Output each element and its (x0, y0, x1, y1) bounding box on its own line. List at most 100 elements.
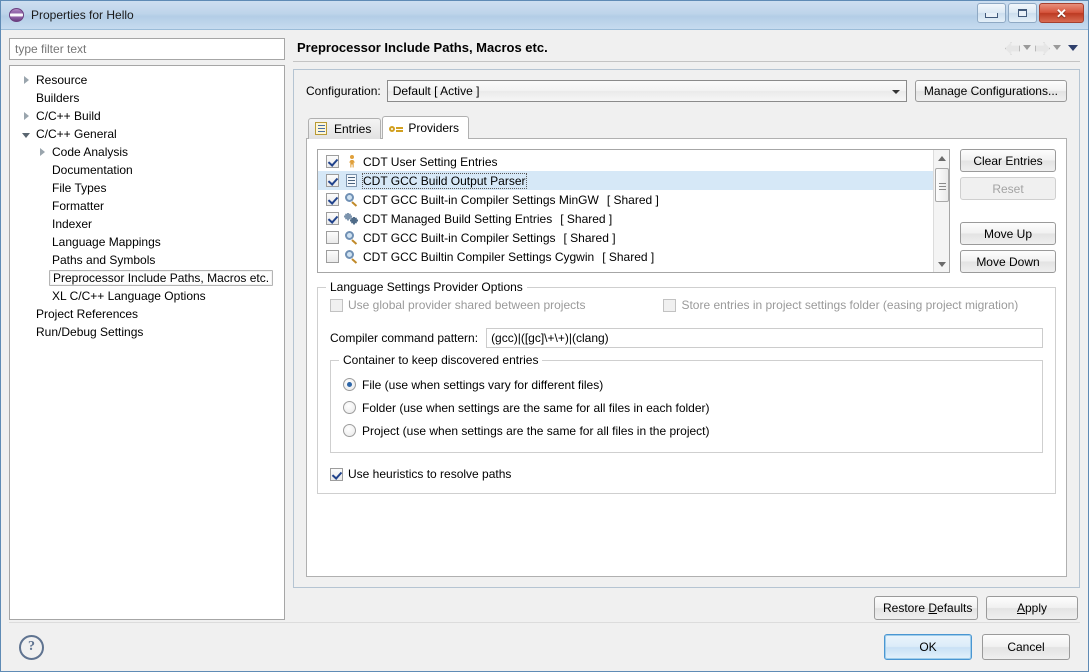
provider-name: CDT GCC Builtin Compiler Settings Cygwin (363, 249, 595, 264)
page-menu-chevron-down-icon[interactable] (1068, 44, 1078, 51)
use-global-provider-checkbox[interactable] (330, 298, 343, 312)
provider-row[interactable]: CDT GCC Build Output Parser (318, 171, 949, 190)
sidebar-item[interactable]: Documentation (12, 161, 282, 179)
title-bar: Properties for Hello ✕ (1, 1, 1088, 30)
apply-button[interactable]: Apply (986, 596, 1078, 620)
sidebar-item[interactable]: XL C/C++ Language Options (12, 287, 282, 305)
provider-checkbox[interactable] (326, 193, 339, 206)
cancel-button[interactable]: Cancel (982, 634, 1070, 660)
tab-strip: Entries Providers (308, 116, 1067, 139)
configuration-select[interactable]: Default [ Active ] (386, 80, 907, 102)
provider-checkbox[interactable] (326, 212, 339, 225)
store-entries-label: Store entries in project settings folder… (681, 298, 1019, 312)
sidebar-item-label: C/C++ Build (36, 109, 101, 123)
provider-row[interactable]: CDT GCC Built-in Compiler Settings [ Shar… (318, 228, 949, 247)
sidebar-item[interactable]: C/C++ General (12, 125, 282, 143)
container-entries-group: Container to keep discovered entries Fil… (330, 353, 1043, 453)
sidebar-item[interactable]: Language Mappings (12, 233, 282, 251)
sidebar-item[interactable]: Preprocessor Include Paths, Macros etc. (12, 269, 282, 287)
reset-button[interactable]: Reset (960, 177, 1056, 200)
clear-entries-button[interactable]: Clear Entries (960, 149, 1056, 172)
sidebar-item[interactable]: Run/Debug Settings (12, 323, 282, 341)
manage-configurations-button[interactable]: Manage Configurations... (914, 80, 1067, 102)
grip-icon (938, 183, 946, 184)
sidebar-item[interactable]: Paths and Symbols (12, 251, 282, 269)
page-navigation (1004, 38, 1078, 54)
provider-checkbox[interactable] (326, 174, 339, 187)
close-icon: ✕ (1056, 5, 1067, 21)
container-option[interactable]: File (use when settings vary for differe… (343, 373, 1030, 396)
provider-checkbox[interactable] (326, 250, 339, 263)
tab-providers[interactable]: Providers (382, 116, 470, 139)
chevron-right-icon[interactable] (18, 76, 34, 84)
providers-icon (389, 121, 404, 135)
filter-input[interactable] (9, 38, 285, 60)
sidebar-item[interactable]: Formatter (12, 197, 282, 215)
use-global-provider-option[interactable]: Use global provider shared between proje… (330, 298, 585, 312)
navigation-pane: Resource Builders C/C++ Build C/C++ General… (9, 38, 285, 620)
tab-entries[interactable]: Entries (308, 118, 382, 139)
chevron-right-icon[interactable] (18, 112, 34, 120)
store-entries-checkbox[interactable] (663, 298, 677, 312)
help-question-icon[interactable]: ? (19, 634, 44, 660)
container-group-title: Container to keep discovered entries (339, 353, 543, 367)
sidebar-item[interactable]: File Types (12, 179, 282, 197)
restore-defaults-button[interactable]: Restore Defaults (874, 596, 978, 620)
providers-list[interactable]: CDT User Setting Entries CDT GCC Build Ou… (317, 149, 950, 273)
provider-name: CDT GCC Built-in Compiler Settings MinGW (363, 192, 599, 207)
chevron-right-icon[interactable] (34, 148, 50, 156)
provider-row[interactable]: CDT GCC Builtin Compiler Settings Cygwin… (318, 247, 949, 266)
container-option[interactable]: Folder (use when settings are the same f… (343, 396, 1030, 419)
container-radio[interactable] (343, 378, 356, 391)
settings-tree[interactable]: Resource Builders C/C++ Build C/C++ General… (9, 65, 285, 620)
provider-row[interactable]: CDT GCC Built-in Compiler Settings MinGW… (318, 190, 949, 209)
move-up-button[interactable]: Move Up (960, 222, 1056, 245)
sidebar-item[interactable]: Project References (12, 305, 282, 323)
forward-arrow-icon[interactable] (1034, 41, 1050, 54)
provider-checkbox[interactable] (326, 155, 339, 168)
use-heuristics-checkbox[interactable] (330, 467, 343, 481)
scroll-up-button[interactable] (934, 150, 949, 166)
providers-scrollbar[interactable] (933, 150, 949, 272)
move-down-button[interactable]: Move Down (960, 250, 1056, 273)
apply-bar: Restore Defaults Apply (293, 588, 1080, 620)
dialog-body: Resource Builders C/C++ Build C/C++ General… (1, 30, 1088, 671)
group-title: Language Settings Provider Options (326, 280, 527, 294)
sidebar-item[interactable]: Resource (12, 71, 282, 89)
sidebar-item-label: Resource (36, 73, 88, 87)
container-radio[interactable] (343, 401, 356, 414)
scrollbar-thumb[interactable] (935, 168, 949, 202)
provider-shared-badge: [ Shared ] (606, 192, 659, 207)
back-arrow-icon[interactable] (1004, 41, 1020, 54)
sidebar-item-label: C/C++ General (36, 127, 117, 141)
page-title: Preprocessor Include Paths, Macros etc. (297, 40, 548, 55)
compiler-command-pattern-input[interactable] (486, 328, 1043, 348)
sidebar-item-label: Project References (36, 307, 139, 321)
page-header: Preprocessor Include Paths, Macros etc. (293, 38, 1080, 62)
sidebar-item[interactable]: Builders (12, 89, 282, 107)
gears-icon (344, 212, 360, 226)
scroll-down-button[interactable] (934, 256, 949, 272)
back-menu-chevron-down-icon[interactable] (1023, 45, 1031, 50)
minimize-button[interactable] (977, 3, 1006, 23)
provider-name: CDT Managed Build Setting Entries (363, 211, 553, 226)
ok-button[interactable]: OK (884, 634, 972, 660)
window-title: Properties for Hello (31, 8, 134, 22)
chevron-down-icon[interactable] (18, 131, 34, 138)
store-entries-option[interactable]: Store entries in project settings folder… (663, 298, 1018, 312)
provider-name-wrapper: CDT GCC Built-in Compiler Settings MinGW (363, 193, 599, 207)
container-radio[interactable] (343, 424, 356, 437)
provider-checkbox[interactable] (326, 231, 339, 244)
forward-menu-chevron-down-icon[interactable] (1053, 45, 1061, 50)
sidebar-item[interactable]: Code Analysis (12, 143, 282, 161)
sidebar-item-label: Indexer (52, 217, 93, 231)
use-heuristics-option[interactable]: Use heuristics to resolve paths (330, 467, 1043, 481)
sidebar-item[interactable]: Indexer (12, 215, 282, 233)
maximize-button[interactable] (1008, 3, 1037, 23)
compiler-command-pattern-label: Compiler command pattern: (330, 331, 479, 345)
close-button[interactable]: ✕ (1039, 3, 1084, 23)
container-option[interactable]: Project (use when settings are the same … (343, 419, 1030, 442)
provider-row[interactable]: CDT Managed Build Setting Entries [ Share… (318, 209, 949, 228)
provider-row[interactable]: CDT User Setting Entries (318, 152, 949, 171)
sidebar-item[interactable]: C/C++ Build (12, 107, 282, 125)
